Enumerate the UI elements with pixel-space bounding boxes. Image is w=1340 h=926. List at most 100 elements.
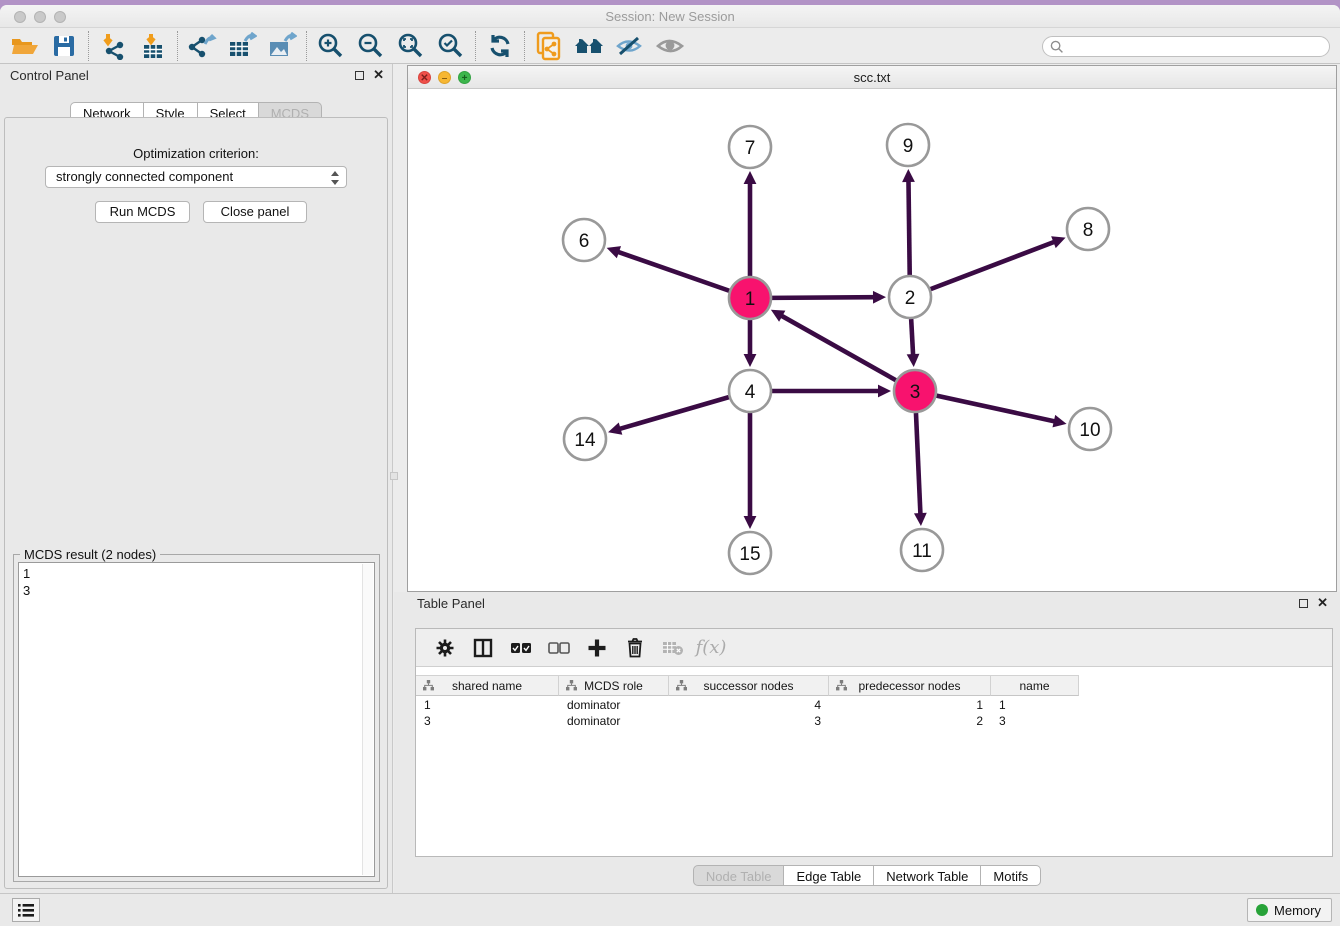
- table-row[interactable]: 3dominator323: [416, 713, 1332, 729]
- table-cell[interactable]: 3: [991, 713, 1079, 729]
- graph-edge-3-10[interactable]: [936, 396, 1066, 428]
- criterion-dropdown[interactable]: strongly connected component: [45, 166, 347, 188]
- table-cell[interactable]: 1: [416, 697, 559, 713]
- import-table-button[interactable]: [133, 30, 173, 62]
- zoom-fit-button[interactable]: [391, 30, 431, 62]
- network-window-titlebar[interactable]: ✕ – + scc.txt: [408, 66, 1336, 89]
- graph-edge-1-4[interactable]: [744, 320, 757, 367]
- table-cell[interactable]: 4: [669, 697, 829, 713]
- hide-selected-button[interactable]: [609, 30, 649, 62]
- titlebar[interactable]: Session: New Session: [0, 5, 1340, 28]
- table-toolbar: f(x): [416, 629, 1332, 667]
- run-mcds-button[interactable]: Run MCDS: [95, 201, 190, 223]
- memory-button[interactable]: Memory: [1247, 898, 1332, 922]
- search-field[interactable]: [1042, 36, 1330, 57]
- table-cell[interactable]: 2: [829, 713, 991, 729]
- node-label: 4: [745, 382, 756, 403]
- graph-edge-1-6[interactable]: [607, 246, 730, 291]
- close-panel-icon[interactable]: [373, 70, 384, 80]
- tab-network-table[interactable]: Network Table: [874, 865, 981, 886]
- column-header-name[interactable]: name: [991, 675, 1079, 696]
- close-table-panel-icon[interactable]: [1317, 598, 1328, 608]
- graph-node-4[interactable]: 4: [729, 370, 771, 412]
- graph-node-3[interactable]: 3: [894, 370, 936, 412]
- tab-edge-table[interactable]: Edge Table: [784, 865, 874, 886]
- mcds-result-text[interactable]: 1 3: [18, 562, 375, 877]
- control-panel-title: Control Panel: [10, 68, 89, 83]
- table-settings-button[interactable]: [426, 633, 464, 663]
- mcds-result-group: MCDS result (2 nodes) 1 3: [13, 554, 380, 882]
- graph-node-1[interactable]: 1: [729, 277, 771, 319]
- delete-column-button[interactable]: [616, 633, 654, 663]
- column-header-shared-name[interactable]: shared name: [416, 675, 559, 696]
- graph-edge-2-8[interactable]: [931, 236, 1066, 289]
- graph-edge-1-2[interactable]: [772, 291, 886, 304]
- panel-menu-button[interactable]: [12, 898, 40, 922]
- hierarchy-icon: [566, 680, 577, 691]
- search-input[interactable]: [1064, 40, 1314, 54]
- open-session-button[interactable]: [4, 30, 44, 62]
- export-network-button[interactable]: [182, 30, 222, 62]
- table-cell[interactable]: 3: [669, 713, 829, 729]
- graph-edge-4-3[interactable]: [772, 385, 891, 398]
- table-row[interactable]: 1dominator411: [416, 697, 1332, 713]
- table-cell[interactable]: 3: [416, 713, 559, 729]
- save-session-button[interactable]: [44, 30, 84, 62]
- graph-edge-3-1[interactable]: [771, 310, 896, 380]
- graph-edge-4-14[interactable]: [608, 397, 729, 435]
- graph-node-8[interactable]: 8: [1067, 208, 1109, 250]
- fx-icon: f(x): [696, 637, 727, 658]
- zoom-selected-button[interactable]: [431, 30, 471, 62]
- export-image-button[interactable]: [262, 30, 302, 62]
- criterion-dropdown-value: strongly connected component: [56, 169, 233, 184]
- column-header-successor-nodes[interactable]: successor nodes: [669, 675, 829, 696]
- graph-node-2[interactable]: 2: [889, 276, 931, 318]
- tab-motifs[interactable]: Motifs: [981, 865, 1041, 886]
- network-file-icon: [535, 31, 563, 61]
- graph-edge-2-9[interactable]: [902, 169, 915, 275]
- toolbar-separator: [88, 31, 89, 61]
- graph-node-7[interactable]: 7: [729, 126, 771, 168]
- show-all-button[interactable]: [649, 30, 689, 62]
- graph-edge-3-11[interactable]: [914, 413, 927, 526]
- column-header-mcds-role[interactable]: MCDS role: [559, 675, 669, 696]
- zoom-fit-icon: [397, 32, 425, 60]
- float-panel-icon[interactable]: [355, 71, 364, 80]
- graph-edge-1-7[interactable]: [744, 171, 757, 276]
- column-header-predecessor-nodes[interactable]: predecessor nodes: [829, 675, 991, 696]
- select-all-button[interactable]: [502, 633, 540, 663]
- graph-edge-4-15[interactable]: [744, 413, 757, 529]
- export-table-button[interactable]: [222, 30, 262, 62]
- table-cell[interactable]: 1: [829, 697, 991, 713]
- network-view-window: ✕ – + scc.txt 7 9 6 8 1 2 4 3 14 10 15 11: [407, 65, 1337, 592]
- table-cell[interactable]: dominator: [559, 713, 669, 729]
- import-network-button[interactable]: [93, 30, 133, 62]
- result-scrollbar[interactable]: [362, 564, 373, 875]
- table-panel-title: Table Panel: [417, 596, 485, 611]
- network-from-file-button[interactable]: [529, 30, 569, 62]
- create-column-button[interactable]: [578, 633, 616, 663]
- network-canvas[interactable]: 7 9 6 8 1 2 4 3 14 10 15 11: [408, 90, 1336, 591]
- splitter-grip-vertical[interactable]: [390, 472, 398, 480]
- graph-node-14[interactable]: 14: [564, 418, 606, 460]
- unselect-all-button[interactable]: [540, 633, 578, 663]
- table-cell[interactable]: 1: [991, 697, 1079, 713]
- toggle-column-panel-button[interactable]: [464, 633, 502, 663]
- graph-edge-2-3[interactable]: [907, 319, 920, 367]
- node-label: 1: [745, 289, 756, 310]
- float-table-panel-icon[interactable]: [1299, 599, 1308, 608]
- graph-node-11[interactable]: 11: [901, 529, 943, 571]
- zoom-out-button[interactable]: [351, 30, 391, 62]
- graph-node-6[interactable]: 6: [563, 219, 605, 261]
- window-title: Session: New Session: [0, 9, 1340, 24]
- table-cell[interactable]: dominator: [559, 697, 669, 713]
- close-panel-button[interactable]: Close panel: [203, 201, 307, 223]
- refresh-button[interactable]: [480, 30, 520, 62]
- first-neighbors-button[interactable]: [569, 30, 609, 62]
- import-network-icon: [99, 32, 127, 60]
- graph-node-9[interactable]: 9: [887, 124, 929, 166]
- graph-node-10[interactable]: 10: [1069, 408, 1111, 450]
- zoom-in-button[interactable]: [311, 30, 351, 62]
- graph-node-15[interactable]: 15: [729, 532, 771, 574]
- tab-node-table[interactable]: Node Table: [693, 865, 785, 886]
